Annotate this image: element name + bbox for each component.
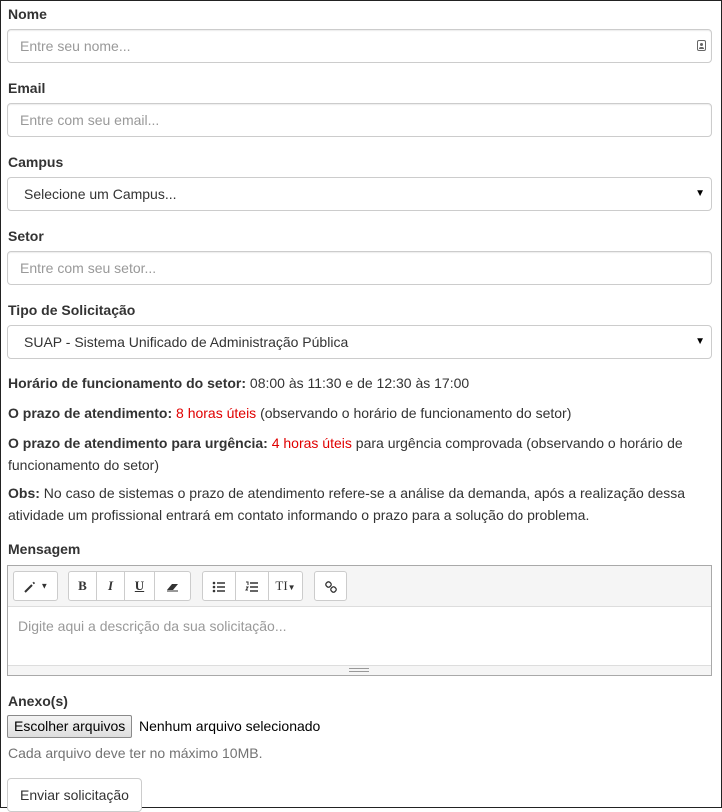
obs-text: No caso de sistemas o prazo de atendimen… [8,485,686,523]
sector-label: Setor [8,228,44,244]
choose-files-button[interactable]: Escolher arquivos [7,715,133,738]
urgent-deadline-info: O prazo de atendimento para urgência: 4 … [8,432,708,476]
request-type-select[interactable]: SUAP - Sistema Unificado de Administraçã… [7,325,712,359]
file-size-help: Cada arquivo deve ter no máximo 10MB. [8,745,263,761]
campus-label: Campus [8,154,64,170]
submit-button[interactable]: Enviar solicitação [7,778,142,812]
chevron-down-icon: ▼ [695,188,705,199]
hours-label: Horário de funcionamento do setor: [8,375,247,391]
underline-button[interactable]: U [124,571,155,601]
unordered-list-button[interactable] [202,571,236,601]
name-input[interactable] [7,29,712,63]
line-height-dropdown-button[interactable]: TI▼ [268,571,303,601]
ordered-list-button[interactable] [235,571,269,601]
sector-input[interactable] [7,251,712,285]
ordered-list-icon [245,581,258,592]
deadline-rest: (observando o horário de funcionamento d… [256,405,572,421]
style-dropdown-button[interactable]: ▼ [13,571,58,601]
contact-card-icon [697,40,706,51]
editor-resize-handle[interactable] [8,665,711,675]
magic-wand-icon [24,581,35,593]
message-textarea[interactable]: Digite aqui a descrição da sua solicitaç… [18,618,286,634]
obs-label: Obs: [8,485,40,501]
attachments-label: Anexo(s) [8,693,68,709]
unordered-list-icon [212,581,225,592]
eraser-icon [166,583,178,592]
chevron-down-icon: ▼ [695,336,705,347]
line-height-label: TI [275,578,288,593]
grip-icon [349,668,369,672]
email-input[interactable] [7,103,712,137]
request-type-label: Tipo de Solicitação [8,302,136,318]
urgent-label: O prazo de atendimento para urgência: [8,435,268,451]
italic-button[interactable]: I [96,571,125,601]
link-icon [324,580,337,593]
chevron-down-icon: ▼ [40,581,49,591]
editor-toolbar: ▼ B I U TI▼ [8,566,711,607]
chevron-down-icon: ▼ [287,583,296,592]
hours-info: Horário de funcionamento do setor: 08:00… [8,372,708,394]
name-label: Nome [8,6,47,22]
file-status: Nenhum arquivo selecionado [139,718,321,734]
hours-value: 08:00 às 11:30 e de 12:30 às 17:00 [246,375,470,391]
campus-select[interactable]: Selecione um Campus... ▼ [7,177,712,211]
request-type-selected-value: SUAP - Sistema Unificado de Administraçã… [24,334,349,350]
clear-format-button[interactable] [154,571,191,601]
campus-selected-value: Selecione um Campus... [24,186,177,202]
message-label: Mensagem [8,541,81,557]
link-button[interactable] [314,571,347,601]
email-label: Email [8,80,46,96]
obs-info: Obs: No caso de sistemas o prazo de aten… [8,482,708,526]
deadline-label: O prazo de atendimento: [8,405,173,421]
message-editor: ▼ B I U TI▼ Digite aqui a descrição da s… [7,565,712,676]
deadline-info: O prazo de atendimento: 8 horas úteis (o… [8,402,708,424]
urgent-highlight: 4 horas úteis [267,435,352,451]
deadline-highlight: 8 horas úteis [172,405,257,421]
bold-button[interactable]: B [68,571,97,601]
